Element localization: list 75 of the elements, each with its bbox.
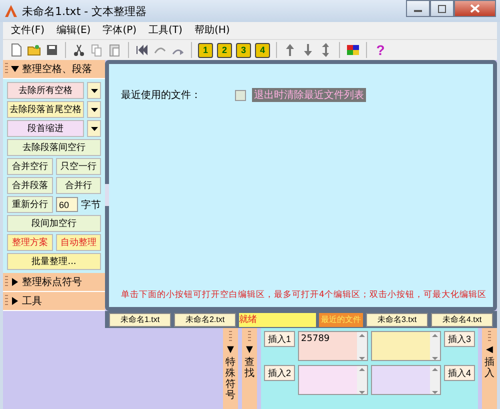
collapse-arrow-icon[interactable] [11, 65, 19, 73]
numbered-tool-button[interactable]: 4 [255, 42, 270, 58]
expand-arrow-icon[interactable] [11, 297, 19, 305]
number-field[interactable]: 60 [56, 197, 78, 212]
dropdown-button[interactable] [87, 120, 101, 137]
caret-icon [90, 108, 98, 112]
collapsed-panel[interactable]: ▼ 查找 [242, 328, 257, 409]
action-button[interactable]: 合并行 [56, 177, 101, 194]
unit-label: 字节 [81, 198, 101, 212]
action-button[interactable]: 自动整理 [56, 234, 101, 251]
editor-tab[interactable]: 未命名4.txt [431, 312, 493, 326]
color-grid-icon[interactable] [346, 43, 360, 57]
folder-icon[interactable] [27, 43, 41, 57]
action-button[interactable]: 段首缩进 [7, 120, 84, 137]
scrollbar[interactable] [357, 366, 367, 394]
action-button[interactable]: 段间加空行 [7, 215, 101, 232]
caret-icon [90, 88, 98, 92]
scrollbar[interactable] [430, 332, 440, 360]
help-button[interactable]: ? [373, 42, 388, 58]
down-arrow-icon[interactable] [301, 43, 315, 57]
text-area[interactable] [371, 331, 441, 361]
action-button[interactable]: 合并空行 [7, 158, 52, 175]
checkbox-label: 退出时清除最近文件列表 [252, 88, 366, 102]
collapsed-panel[interactable]: ▼ 特殊符号 [223, 328, 238, 409]
action-button[interactable]: 去除段落首尾空格 [7, 101, 84, 118]
expand-arrow-icon[interactable] [11, 278, 19, 286]
checkbox[interactable] [235, 90, 246, 100]
close-icon [470, 4, 480, 13]
action-button[interactable]: 去除段落间空行 [7, 139, 101, 156]
minimize-button[interactable] [406, 0, 430, 17]
scrollbar[interactable] [430, 366, 440, 394]
paste-icon[interactable] [108, 43, 122, 57]
status-text: 就绪 [239, 312, 316, 326]
window-title: 未命名1.txt - 文本整理器 [22, 4, 147, 18]
menu-item[interactable]: 字体(P) [102, 23, 137, 38]
insert-button[interactable]: 插入3 [444, 331, 475, 347]
text-area[interactable] [298, 365, 368, 395]
menu-item[interactable]: 帮助(H) [194, 23, 230, 38]
skip-back-icon[interactable] [135, 43, 149, 57]
menu-item[interactable]: 编辑(E) [56, 23, 91, 38]
section-title[interactable]: 工具 [22, 294, 42, 308]
maximize-icon [437, 4, 447, 12]
numbered-tool-button[interactable]: 3 [236, 42, 251, 58]
menu-item[interactable]: 文件(F) [11, 23, 45, 38]
close-button[interactable] [454, 0, 496, 17]
action-button[interactable]: 批量整理... [7, 253, 101, 270]
new-file-icon[interactable] [9, 43, 23, 57]
numbered-tool-button[interactable]: 2 [217, 42, 232, 58]
action-button[interactable]: 去除所有空格 [7, 82, 84, 99]
text-area[interactable]: 25789 [298, 331, 368, 361]
dropdown-button[interactable] [87, 101, 101, 118]
menu-item[interactable]: 工具(T) [148, 23, 182, 38]
scrollbar[interactable] [357, 332, 367, 360]
recent-files-label: 最近使用的文件： [121, 88, 202, 102]
maximize-button[interactable] [430, 0, 454, 17]
text-value: 25789 [300, 333, 331, 346]
app-logo-icon [4, 4, 18, 18]
insert-button[interactable]: 插入2 [264, 365, 296, 381]
editor-tab[interactable]: 未命名3.txt [366, 312, 428, 326]
collapsed-panel[interactable]: ◀ 插入 [482, 328, 497, 409]
text-area[interactable] [371, 365, 441, 395]
dropdown-button[interactable] [87, 82, 101, 99]
save-icon[interactable] [45, 43, 59, 57]
caret-icon [90, 126, 98, 130]
action-button[interactable]: 只空一行 [56, 158, 101, 175]
editor-tab[interactable]: 未命名1.txt [109, 312, 171, 326]
cut-icon[interactable] [72, 43, 86, 57]
insert-button[interactable]: 插入1 [264, 331, 296, 347]
action-button[interactable]: 重新分行 [7, 196, 53, 213]
insert-button[interactable]: 插入4 [444, 365, 475, 381]
action-button[interactable]: 合并段落 [7, 177, 52, 194]
editor-tab[interactable]: 未命名2.txt [174, 312, 236, 326]
action-button[interactable]: 整理方案 [7, 234, 52, 251]
numbered-tool-button[interactable]: 1 [198, 42, 213, 58]
up-arrow-icon[interactable] [283, 43, 297, 57]
